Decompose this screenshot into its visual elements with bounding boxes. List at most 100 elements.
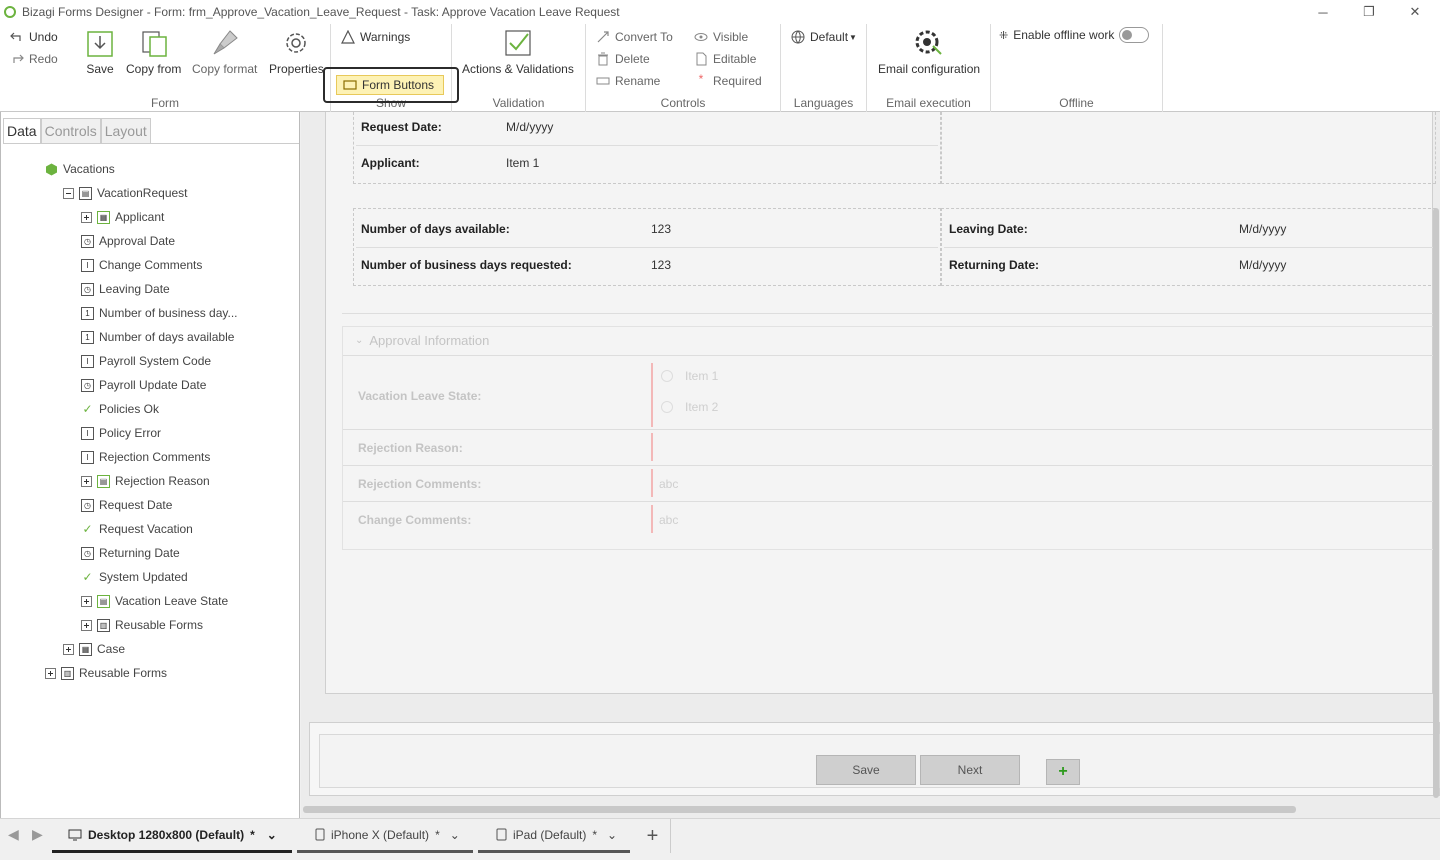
asterisk-icon: * (698, 72, 704, 86)
undo-button[interactable]: Undo (10, 30, 58, 44)
tree-item-payroll-code[interactable]: I Payroll System Code (81, 352, 211, 370)
tree-item-applicant[interactable]: ▦ Applicant (81, 208, 164, 226)
tree-item-days-available[interactable]: 1 Number of days available (81, 328, 234, 346)
minimize-button[interactable]: ─ (1300, 0, 1346, 24)
business-days-field[interactable]: Number of business days requested: 123 (361, 248, 939, 282)
tree-label: Applicant (115, 210, 165, 224)
tree-item-payroll-date[interactable]: ◷ Payroll Update Date (81, 376, 206, 394)
request-date-field[interactable]: Request Date: M/d/yyyy (361, 110, 939, 144)
language-dropdown[interactable]: Default ▼ (791, 30, 857, 44)
left-panel-tabs: Data Controls Layout (3, 118, 151, 144)
tree-item-case[interactable]: ▦ Case (63, 640, 125, 658)
rejection-reason-label: Rejection Reason: (358, 441, 463, 455)
tab-layout[interactable]: Layout (100, 118, 151, 144)
chevron-down-icon[interactable]: ⌄ (267, 828, 277, 842)
tree-item-business-days[interactable]: 1 Number of business day... (81, 304, 238, 322)
copy-format-button[interactable]: Copy format (192, 28, 257, 76)
tree-item-vacationrequest[interactable]: ▤ VacationRequest (63, 184, 188, 202)
applicant-field[interactable]: Applicant: Item 1 (361, 146, 939, 180)
form-save-button[interactable]: Save (816, 755, 916, 785)
row-divider (343, 501, 1437, 502)
state-option-1[interactable]: Item 1 (661, 369, 718, 383)
tree-item-policy-error[interactable]: I Policy Error (81, 424, 161, 442)
editable-button[interactable]: Editable (694, 52, 756, 66)
convert-to-label: Convert To (615, 30, 673, 44)
add-device-tab-button[interactable]: + (635, 819, 671, 853)
add-button-icon[interactable]: + (1046, 759, 1080, 785)
redo-button[interactable]: Redo (10, 52, 58, 66)
radio-button[interactable] (661, 370, 673, 382)
tree-item-rejection-reason[interactable]: ▤ Rejection Reason (81, 472, 210, 490)
scroll-right-icon[interactable]: ▶ (32, 826, 43, 843)
vertical-scrollbar[interactable] (1433, 208, 1439, 798)
days-available-field[interactable]: Number of days available: 123 (361, 212, 939, 246)
chevron-down-icon[interactable]: ⌄ (607, 828, 617, 842)
days-available-label: Number of days available: (361, 222, 510, 236)
tree-item-system-updated[interactable]: ✓ System Updated (81, 568, 187, 586)
tab-desktop[interactable]: Desktop 1280x800 (Default) * ⌄ (52, 819, 292, 853)
required-button[interactable]: * Required (694, 72, 762, 88)
actions-validations-button[interactable]: Actions & Validations (462, 28, 574, 76)
leaving-date-field[interactable]: Leaving Date: M/d/yyyy (949, 212, 1434, 246)
tree-item-vacations[interactable]: Vacations (45, 160, 115, 178)
tree-item-reusable-forms[interactable]: ▥ Reusable Forms (45, 664, 167, 682)
date-icon: ◷ (81, 546, 94, 560)
delete-button[interactable]: Delete (596, 52, 650, 66)
email-configuration-button[interactable]: Email configuration (878, 28, 980, 76)
chevron-down-icon[interactable]: ⌄ (450, 828, 460, 842)
offline-switch[interactable] (1119, 27, 1150, 43)
expand-icon[interactable] (63, 643, 74, 655)
tree-item-returning-date[interactable]: ◷ Returning Date (81, 544, 180, 562)
tree-label: Leaving Date (99, 282, 170, 296)
tree-label: Payroll Update Date (99, 378, 207, 392)
tree-item-change-comments[interactable]: I Change Comments (81, 256, 202, 274)
group-header[interactable]: ⌄ Approval Information (355, 333, 489, 348)
tab-iphone[interactable]: iPhone X (Default) * ⌄ (297, 819, 473, 853)
case-table-icon: ▦ (79, 642, 92, 656)
tree-item-request-vacation[interactable]: ✓ Request Vacation (81, 520, 192, 538)
expand-icon[interactable] (81, 211, 92, 223)
tree-item-rejection-comments[interactable]: I Rejection Comments (81, 448, 210, 466)
form-next-button[interactable]: Next (920, 755, 1020, 785)
tree-item-reusable-forms-inner[interactable]: ▥ Reusable Forms (81, 616, 203, 634)
convert-to-button[interactable]: Convert To (596, 30, 673, 44)
tree-item-request-date[interactable]: ◷ Request Date (81, 496, 172, 514)
rejection-comments-input[interactable]: abc (659, 477, 678, 491)
tab-data[interactable]: Data (3, 118, 41, 144)
tree-item-leaving-date[interactable]: ◷ Leaving Date (81, 280, 170, 298)
check-icon: ✓ (82, 522, 93, 536)
collapse-icon[interactable] (63, 187, 74, 199)
expand-icon[interactable] (81, 619, 92, 631)
tree-item-policies-ok[interactable]: ✓ Policies Ok (81, 400, 159, 418)
language-label: Default (810, 30, 849, 44)
tab-controls[interactable]: Controls (40, 118, 101, 144)
copy-from-button[interactable]: Copy from (126, 28, 181, 76)
scroll-left-icon[interactable]: ◀ (8, 826, 19, 843)
visible-button[interactable]: Visible (694, 30, 748, 44)
warnings-button[interactable]: Warnings (341, 30, 410, 44)
restore-button[interactable]: ❐ (1346, 0, 1392, 24)
expand-icon[interactable] (81, 475, 92, 487)
rename-button[interactable]: Rename (596, 74, 660, 88)
expand-icon[interactable] (81, 595, 92, 607)
returning-date-field[interactable]: Returning Date: M/d/yyyy (949, 248, 1434, 282)
tab-ipad[interactable]: iPad (Default) * ⌄ (478, 819, 630, 853)
form-buttons-button[interactable]: Form Buttons (336, 75, 444, 95)
tree-label: Returning Date (99, 546, 180, 560)
tab-label: iPhone X (Default) (331, 827, 430, 842)
tree-item-vacation-leave-state[interactable]: ▤ Vacation Leave State (81, 592, 228, 610)
offline-toggle[interactable]: ⁜ Enable offline work (999, 27, 1150, 43)
state-option-2[interactable]: Item 2 (661, 400, 718, 414)
save-ribbon-button[interactable]: Save (86, 28, 114, 76)
expand-icon[interactable] (45, 667, 56, 679)
horizontal-scrollbar[interactable] (303, 806, 1296, 813)
change-comments-input[interactable]: abc (659, 513, 678, 527)
check-icon: ✓ (82, 402, 93, 416)
tree-label: Case (97, 642, 126, 656)
date-icon: ◷ (81, 282, 94, 296)
tree-item-approval-date[interactable]: ◷ Approval Date (81, 232, 175, 250)
radio-button[interactable] (661, 401, 673, 413)
properties-button[interactable]: Properties (269, 28, 324, 76)
close-window-button[interactable]: ✕ (1392, 0, 1438, 24)
text-icon: I (81, 450, 94, 464)
